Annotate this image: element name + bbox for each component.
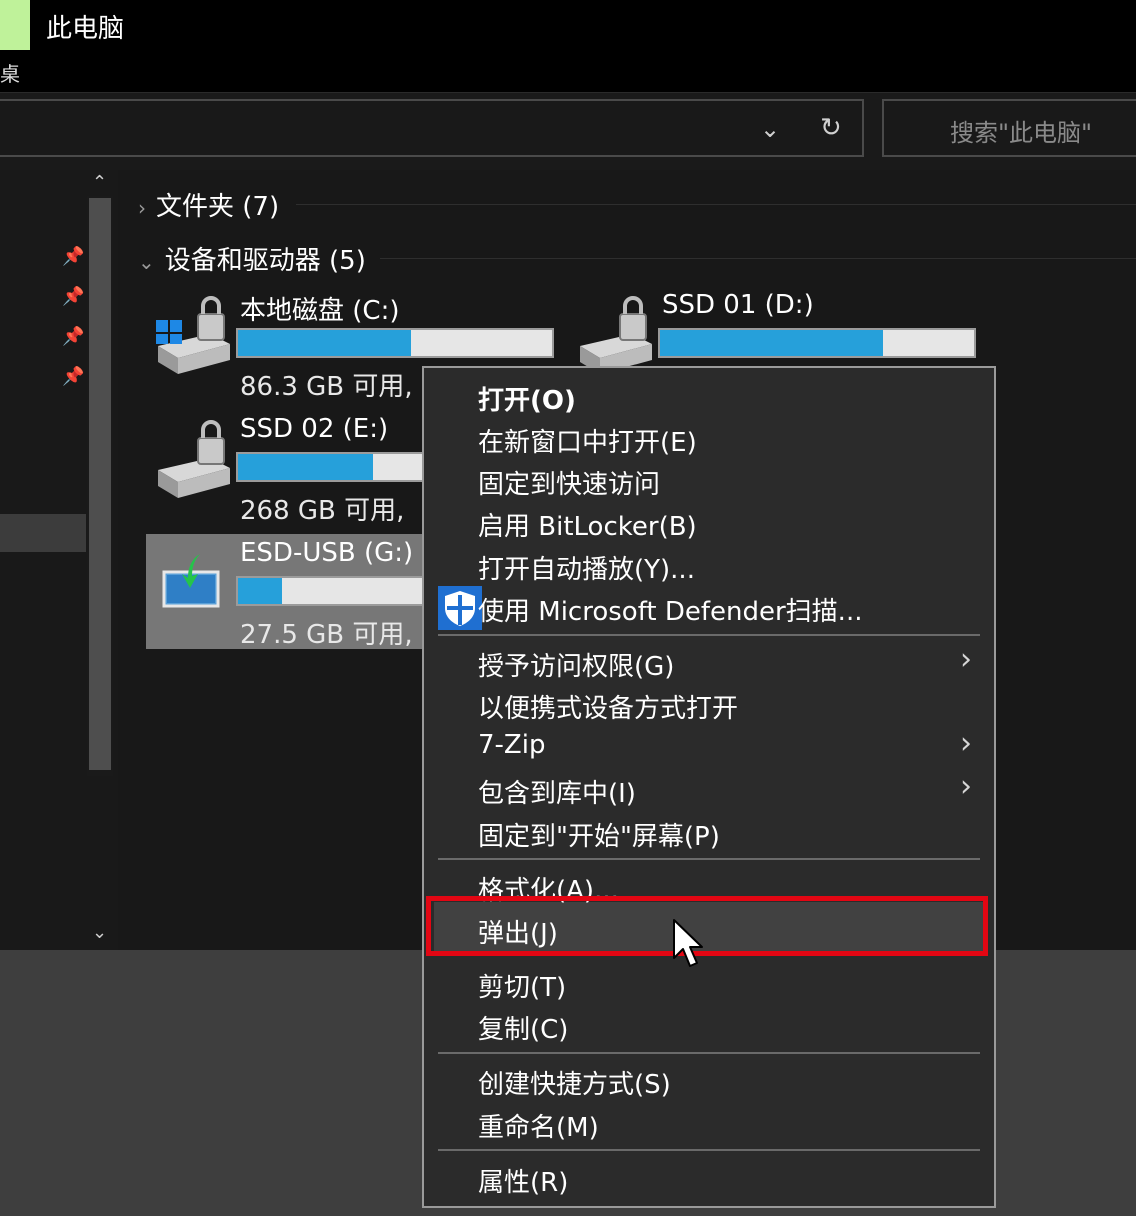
menu-item-7zip[interactable]: 7-Zip: [478, 730, 545, 760]
menu-separator: [438, 634, 980, 636]
drive-free-space: 86.3 GB 可用,: [240, 372, 413, 402]
scroll-up-icon[interactable]: ⌃: [92, 172, 107, 193]
drive-free-space: 268 GB 可用,: [240, 496, 405, 526]
context-menu: 打开(O) 在新窗口中打开(E) 固定到快速访问 启用 BitLocker(B)…: [422, 366, 996, 1208]
drive-usage-fill: [238, 454, 374, 480]
group-header-devices[interactable]: ⌄ 设备和驱动器 (5): [138, 240, 366, 277]
menu-item-include-in-library[interactable]: 包含到库中(I): [478, 773, 636, 810]
group-label: 设备和驱动器 (5): [164, 246, 366, 276]
nav-item-selected[interactable]: [0, 514, 86, 552]
menu-separator: [438, 1052, 980, 1054]
menu-separator: [438, 858, 980, 860]
chevron-right-icon[interactable]: ›: [138, 196, 146, 220]
submenu-arrow-icon: ›: [960, 726, 972, 761]
menu-item-properties[interactable]: 属性(R): [478, 1162, 568, 1199]
group-label: 文件夹 (7): [156, 192, 280, 222]
address-bar[interactable]: ⌄ ↻: [0, 99, 864, 157]
navigation-pane: 📌 📌 📌 📌 ⌃ ⌄: [0, 170, 118, 950]
drive-name: SSD 02 (E:): [240, 414, 389, 444]
app-icon: [0, 0, 30, 50]
menu-item-pin-quick-access[interactable]: 固定到快速访问: [478, 464, 660, 501]
drive-usage-fill: [238, 578, 282, 604]
menu-item-open-new-window[interactable]: 在新窗口中打开(E): [478, 422, 697, 459]
menu-item-copy[interactable]: 复制(C): [478, 1009, 568, 1046]
drive-name: SSD 01 (D:): [662, 290, 814, 320]
menu-item-pin-to-start[interactable]: 固定到"开始"屏幕(P): [478, 816, 720, 853]
menu-item-grant-access[interactable]: 授予访问权限(G): [478, 646, 674, 683]
chevron-down-icon[interactable]: ⌄: [760, 115, 780, 143]
chevron-down-icon[interactable]: ⌄: [138, 250, 155, 274]
drive-usage-fill: [238, 330, 411, 356]
pin-icon[interactable]: 📌: [62, 366, 84, 387]
title-bar: 桌 此电脑: [0, 0, 1136, 92]
menu-item-open[interactable]: 打开(O): [478, 380, 576, 417]
group-divider: [296, 204, 1136, 205]
menu-item-bitlocker[interactable]: 启用 BitLocker(B): [478, 506, 697, 543]
pin-icon[interactable]: 📌: [62, 246, 84, 267]
search-placeholder: 搜索"此电脑": [950, 119, 1093, 147]
group-header-folders[interactable]: › 文件夹 (7): [138, 186, 279, 223]
nav-scrollbar-thumb[interactable]: [89, 198, 111, 770]
drive-usage-bar: [236, 328, 554, 358]
hard-drive-icon: [158, 420, 230, 498]
toolbar: ⌄ ↻ 搜索"此电脑": [0, 92, 1136, 171]
drive-usage-bar: [658, 328, 976, 358]
pin-icon[interactable]: 📌: [62, 286, 84, 307]
mouse-cursor-icon: [673, 919, 703, 967]
menu-separator: [438, 1149, 980, 1151]
usb-drive-icon: [162, 554, 220, 608]
submenu-arrow-icon: ›: [960, 769, 972, 804]
drive-name: 本地磁盘 (C:): [240, 296, 400, 326]
menu-item-cut[interactable]: 剪切(T): [478, 967, 566, 1004]
menu-item-autoplay[interactable]: 打开自动播放(Y)...: [478, 549, 695, 586]
group-divider: [380, 258, 1136, 259]
menu-item-rename[interactable]: 重命名(M): [478, 1107, 599, 1144]
drive-usage-fill: [660, 330, 883, 356]
menu-item-create-shortcut[interactable]: 创建快捷方式(S): [478, 1064, 671, 1101]
submenu-arrow-icon: ›: [960, 642, 972, 677]
hard-drive-icon: [156, 296, 230, 374]
drive-free-space: 27.5 GB 可用,: [240, 620, 413, 650]
title-fragment: 桌: [0, 62, 20, 86]
menu-item-defender-scan[interactable]: 使用 Microsoft Defender扫描...: [478, 591, 862, 628]
drive-name: ESD-USB (G:): [240, 538, 414, 568]
shield-icon: [438, 586, 482, 630]
pin-icon[interactable]: 📌: [62, 326, 84, 347]
window-title: 此电脑: [46, 14, 125, 44]
search-input[interactable]: 搜索"此电脑": [882, 99, 1136, 157]
scroll-down-icon[interactable]: ⌄: [92, 922, 107, 943]
menu-item-open-as-portable[interactable]: 以便携式设备方式打开: [478, 688, 738, 725]
refresh-icon[interactable]: ↻: [820, 113, 842, 143]
